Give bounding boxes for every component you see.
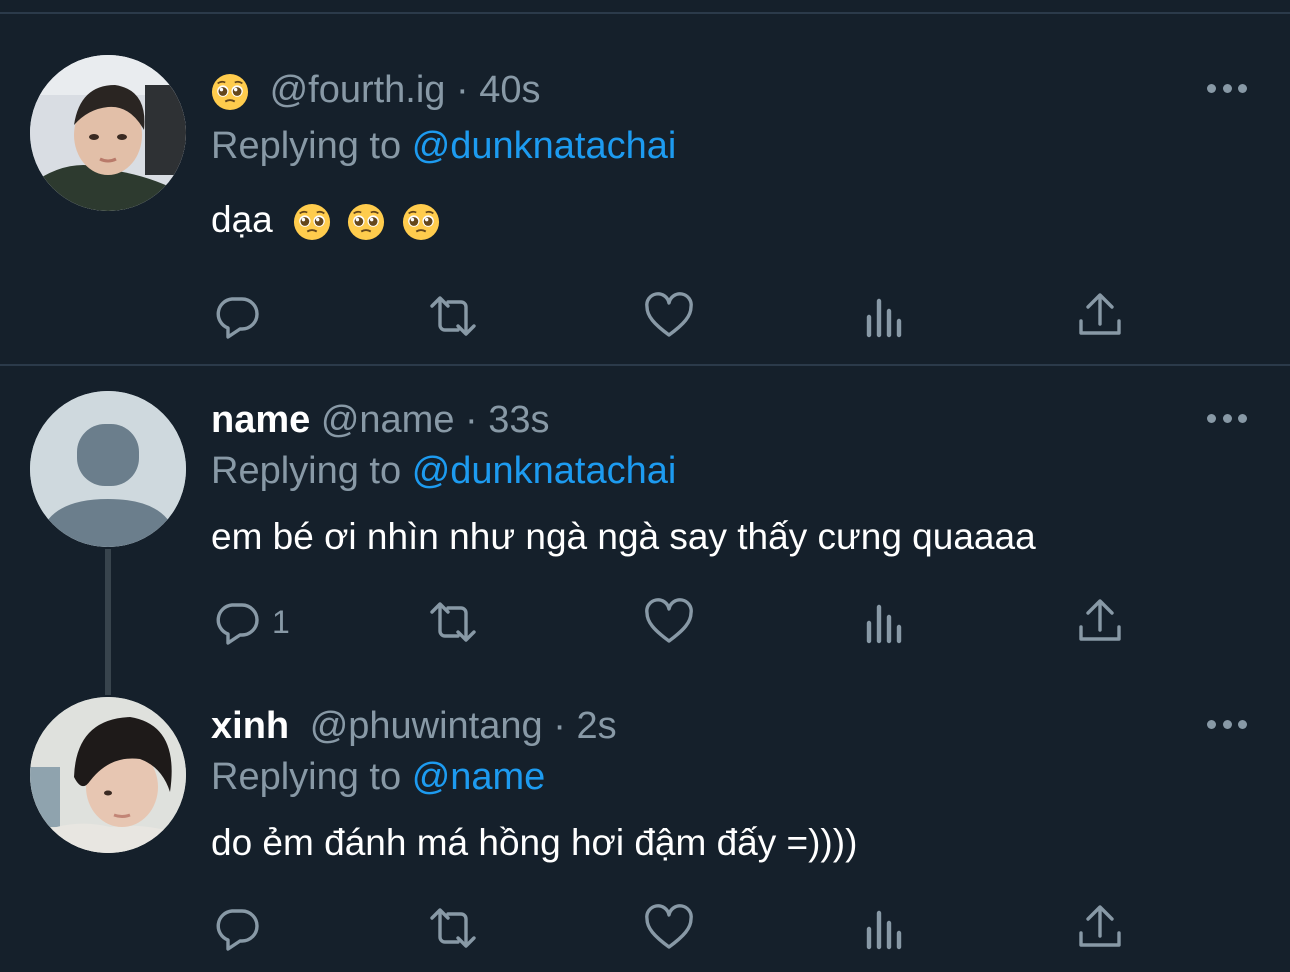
retweet-button[interactable] [428, 291, 478, 341]
analytics-button[interactable] [860, 597, 910, 647]
reply-icon [216, 603, 259, 645]
tweet-text: do ẻm đánh má hồng hơi đậm đấy =)))) [211, 821, 857, 865]
tweet-header: xinh @phuwintang · 2s [211, 704, 617, 748]
reply-icon [216, 909, 259, 951]
reply-count: 1 [272, 603, 290, 640]
avatar-photo [30, 697, 186, 853]
like-icon [645, 598, 693, 643]
replying-label: Replying to [211, 450, 402, 492]
more-icon[interactable] [1207, 412, 1247, 424]
more-icon[interactable] [1207, 718, 1247, 730]
share-icon [1079, 599, 1121, 641]
like-icon [645, 292, 693, 337]
user-handle[interactable]: @phuwintang [310, 705, 543, 747]
tweet-text: dạa [211, 198, 440, 242]
tweet-actions: 1 [0, 597, 1290, 647]
tweet-actions [0, 291, 1290, 341]
mention-link[interactable]: @name [412, 756, 546, 798]
tweet-header: name @name · 33s [211, 398, 550, 442]
analytics-button[interactable] [860, 903, 910, 953]
retweet-button[interactable] [428, 903, 478, 953]
default-avatar-icon [30, 391, 186, 547]
user-handle[interactable]: @fourth.ig [270, 69, 446, 111]
share-button[interactable] [1075, 903, 1125, 953]
replying-to: Replying to @dunknatachai [211, 124, 676, 168]
share-button[interactable] [1075, 291, 1125, 341]
tweet-text-content: do ẻm đánh má hồng hơi đậm đấy =)))) [211, 822, 858, 863]
tweet-header: @fourth.ig · 40s [211, 68, 541, 112]
mention-link[interactable]: @dunknatachai [412, 450, 677, 492]
share-icon [1079, 905, 1121, 947]
more-icon[interactable] [1207, 82, 1247, 94]
pleading-face-emoji [401, 203, 440, 242]
tweet-divider [0, 364, 1290, 366]
reply-icon [216, 297, 259, 339]
tweet-text-content: dạa [211, 199, 273, 240]
reply-button[interactable] [212, 903, 272, 953]
mention-link[interactable]: @dunknatachai [412, 125, 677, 167]
replying-to: Replying to @name [211, 755, 545, 799]
display-name[interactable]: name [211, 399, 310, 441]
avatar[interactable] [30, 55, 186, 211]
separator-dot: · [553, 705, 566, 747]
tweet-text-content: em bé ơi nhìn như ngà ngà say thấy cưng … [211, 516, 1036, 557]
pleading-face-emoji [347, 203, 386, 242]
share-button[interactable] [1075, 597, 1125, 647]
like-button[interactable] [644, 903, 694, 953]
pleading-face-emoji [211, 72, 249, 111]
user-handle[interactable]: @name [321, 399, 455, 441]
retweet-icon [430, 908, 476, 948]
separator-dot: · [456, 69, 469, 111]
analytics-icon [866, 298, 902, 338]
like-icon [645, 904, 693, 949]
retweet-button[interactable] [428, 597, 478, 647]
like-button[interactable] [644, 597, 694, 647]
avatar-photo [30, 55, 186, 211]
timestamp[interactable]: 2s [576, 705, 616, 747]
timestamp[interactable]: 40s [479, 69, 540, 111]
tweet-text: em bé ơi nhìn như ngà ngà say thấy cưng … [211, 515, 1036, 559]
analytics-icon [866, 910, 902, 950]
pleading-face-emoji [293, 203, 332, 242]
analytics-button[interactable] [860, 291, 910, 341]
timestamp[interactable]: 33s [488, 399, 549, 441]
replying-label: Replying to [211, 756, 402, 798]
avatar[interactable] [30, 391, 186, 547]
tweet-actions [0, 903, 1290, 953]
replying-to: Replying to @dunknatachai [211, 449, 676, 493]
avatar[interactable] [30, 697, 186, 853]
reply-button[interactable] [212, 291, 272, 341]
replying-label: Replying to [211, 125, 402, 167]
like-button[interactable] [644, 291, 694, 341]
retweet-icon [430, 296, 476, 336]
share-icon [1079, 293, 1121, 335]
reply-button[interactable]: 1 [212, 597, 290, 647]
analytics-icon [866, 604, 902, 644]
separator-dot: · [465, 399, 478, 441]
top-divider [0, 12, 1290, 14]
retweet-icon [430, 602, 476, 642]
display-name[interactable]: xinh [211, 705, 289, 747]
